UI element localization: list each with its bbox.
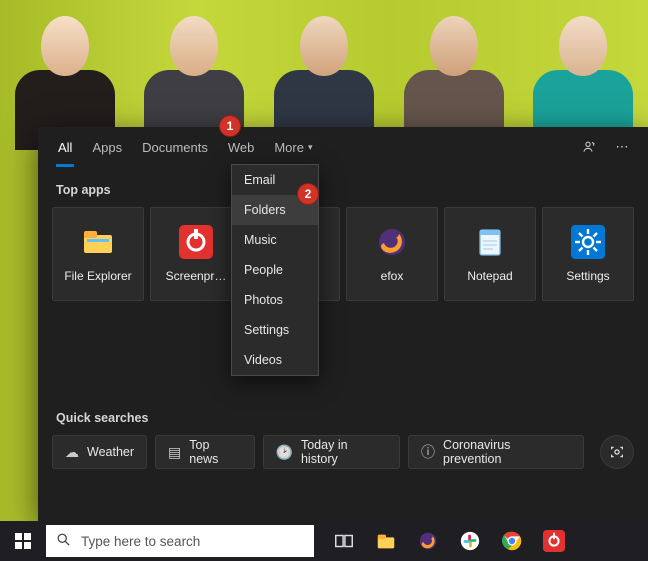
app-label: efox [381,269,404,283]
chevron-down-icon: ▾ [308,142,313,153]
more-item-settings[interactable]: Settings [232,315,318,345]
tab-apps[interactable]: Apps [82,127,132,167]
more-item-people[interactable]: People [232,255,318,285]
screenshot-search-button[interactable] [600,435,634,469]
quick-search-top-news[interactable]: ▤ Top news [155,435,255,469]
quick-search-today-in-history[interactable]: 🕑 Today in history [263,435,401,469]
quick-searches-heading: Quick searches [56,411,648,425]
tab-more[interactable]: More ▾ [264,127,322,167]
tab-all[interactable]: All [48,127,82,167]
chip-label: Weather [87,445,134,459]
taskbar-pinned-apps [324,521,574,561]
quick-searches-row: ☁ Weather ▤ Top news 🕑 Today in history … [38,435,648,469]
notepad-icon [473,225,507,259]
info-icon: ⓘ [421,442,435,462]
annotation-badge-2: 2 [297,183,319,205]
quick-search-coronavirus[interactable]: ⓘ Coronavirus prevention [408,435,584,469]
taskbar-firefox[interactable] [408,521,448,561]
quick-search-weather[interactable]: ☁ Weather [52,435,147,469]
tab-more-label: More [274,140,304,155]
app-tile-notepad[interactable]: Notepad [444,207,536,301]
app-tile-firefox[interactable]: efox [346,207,438,301]
app-tile-settings[interactable]: Settings [542,207,634,301]
feedback-icon[interactable] [574,139,606,155]
more-item-music[interactable]: Music [232,225,318,255]
app-label: File Explorer [64,269,131,283]
more-item-photos[interactable]: Photos [232,285,318,315]
taskbar-file-explorer[interactable] [366,521,406,561]
chip-label: Today in history [301,438,387,466]
taskbar-search-box[interactable]: Type here to search [46,525,314,557]
search-icon [56,532,71,550]
taskbar-screenpresso[interactable] [534,521,574,561]
app-label: Notepad [467,269,512,283]
app-tile-file-explorer[interactable]: File Explorer [52,207,144,301]
annotation-badge-1: 1 [219,115,241,137]
history-icon: 🕑 [276,444,293,461]
task-view-button[interactable] [324,521,364,561]
file-explorer-icon [81,225,115,259]
start-button[interactable] [0,521,46,561]
chip-label: Top news [189,438,241,466]
taskbar: Type here to search [0,521,648,561]
more-options-icon[interactable]: ⋯ [606,139,638,155]
taskbar-chrome[interactable] [492,521,532,561]
weather-icon: ☁ [65,444,79,461]
settings-icon [571,225,605,259]
taskbar-slack[interactable] [450,521,490,561]
search-placeholder: Type here to search [81,534,200,549]
more-item-videos[interactable]: Videos [232,345,318,375]
screenpresso-icon [179,225,213,259]
firefox-icon [375,225,409,259]
search-flyout: All Apps Documents Web More ▾ ⋯ Top apps… [38,127,648,521]
app-label: Settings [566,269,609,283]
news-icon: ▤ [168,444,181,461]
top-apps-heading: Top apps [56,183,648,197]
chip-label: Coronavirus prevention [443,438,571,466]
top-apps-row: File Explorer Screenpr… efox Notepad [38,207,648,301]
app-label: Screenpr… [166,269,227,283]
app-tile-screenpresso[interactable]: Screenpr… [150,207,242,301]
search-filter-tabs: All Apps Documents Web More ▾ ⋯ [38,127,648,167]
tab-documents[interactable]: Documents [132,127,218,167]
